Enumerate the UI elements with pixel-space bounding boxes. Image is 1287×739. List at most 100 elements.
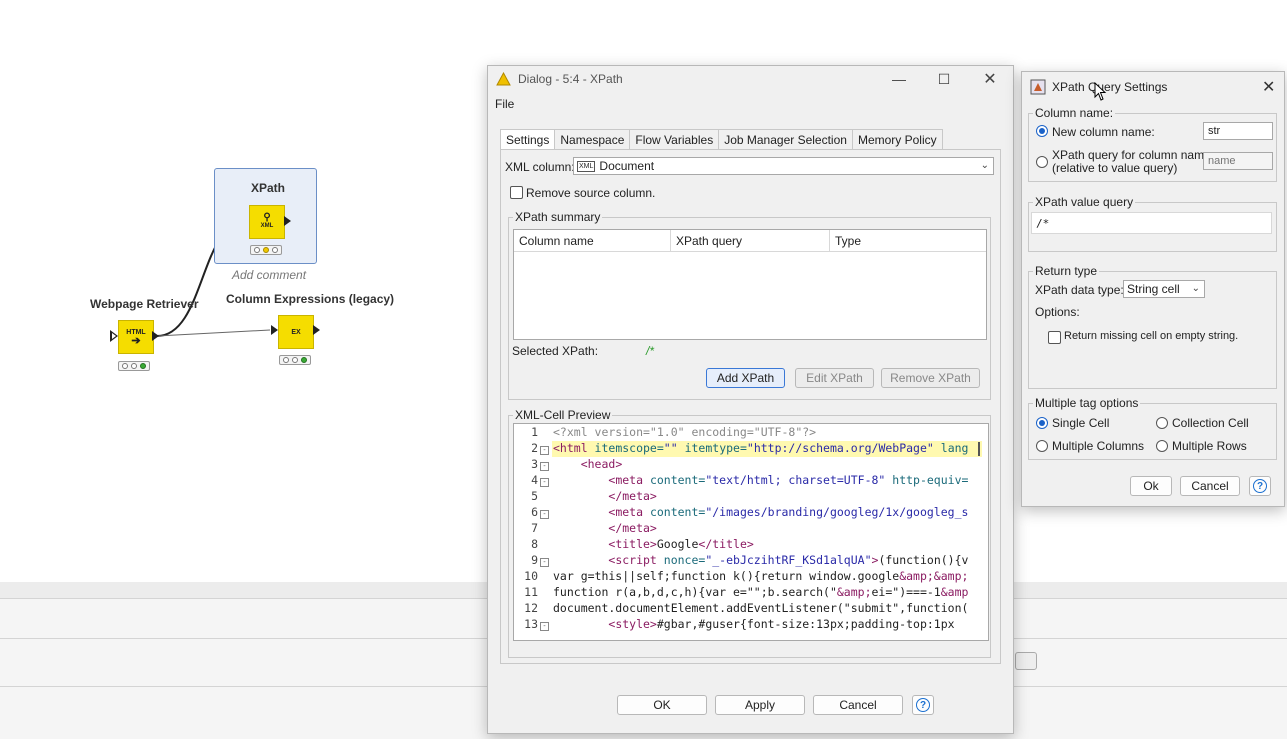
warning-icon bbox=[496, 72, 511, 86]
selected-xpath-label: Selected XPath: bbox=[512, 344, 599, 358]
xpath-column-name-input[interactable] bbox=[1203, 152, 1273, 170]
fold-toggle-icon[interactable]: - bbox=[540, 510, 549, 519]
menu-file[interactable]: File bbox=[495, 97, 514, 111]
new-column-name-label: New column name: bbox=[1052, 125, 1155, 139]
panel-toggle-icon[interactable] bbox=[1015, 652, 1037, 670]
code-line: <?xml version="1.0" encoding="UTF-8"?> bbox=[553, 425, 817, 439]
column-header-name[interactable]: Column name bbox=[514, 230, 671, 252]
maximize-button[interactable]: ☐ bbox=[931, 70, 957, 88]
webpage-retriever-label: Webpage Retriever bbox=[90, 297, 199, 311]
column-header-query[interactable]: XPath query bbox=[671, 230, 830, 252]
column-expressions-output-port[interactable] bbox=[313, 325, 320, 335]
selected-xpath-value: /* bbox=[646, 344, 655, 358]
multiple-tag-legend: Multiple tag options bbox=[1035, 396, 1139, 410]
ok-button[interactable]: OK bbox=[617, 695, 707, 715]
tab-settings[interactable]: Settings bbox=[500, 129, 556, 149]
code-line: <script nonce="_-ebJczihtRF_KSd1alqUA">(… bbox=[608, 553, 969, 567]
code-line: <head> bbox=[580, 457, 623, 471]
apply-button[interactable]: Apply bbox=[715, 695, 805, 715]
fold-toggle-icon[interactable]: - bbox=[540, 446, 549, 455]
missing-cell-label: Return missing cell on empty string. bbox=[1064, 330, 1239, 342]
column-expressions-node[interactable]: EX bbox=[278, 315, 314, 349]
missing-cell-checkbox[interactable] bbox=[1048, 331, 1061, 344]
column-header-type[interactable]: Type bbox=[830, 230, 986, 252]
xpath-node-label: XPath bbox=[251, 181, 286, 195]
query-cancel-button[interactable]: Cancel bbox=[1180, 476, 1240, 496]
line-number: 4 bbox=[531, 473, 538, 487]
line-number: 9 bbox=[531, 553, 538, 567]
code-line: <meta content="text/html; charset=UTF-8"… bbox=[608, 473, 969, 487]
fold-toggle-icon[interactable]: - bbox=[540, 558, 549, 567]
column-expressions-input-port[interactable] bbox=[271, 325, 278, 335]
menu-bar: File bbox=[488, 95, 1013, 113]
code-line: <style>#gbar,#guser{font-size:13px;paddi… bbox=[608, 617, 962, 631]
tab-flow-variables[interactable]: Flow Variables bbox=[629, 129, 720, 149]
remove-xpath-button[interactable]: Remove XPath bbox=[881, 368, 980, 388]
webpage-retriever-output-port[interactable] bbox=[152, 331, 159, 341]
column-expressions-label: Column Expressions (legacy) bbox=[226, 292, 395, 306]
tab-job-manager-selection[interactable]: Job Manager Selection bbox=[718, 129, 853, 149]
xml-preview-legend: XML-Cell Preview bbox=[515, 408, 611, 422]
line-number: 7 bbox=[531, 521, 538, 535]
value-query-input[interactable]: /* bbox=[1031, 212, 1272, 234]
cancel-button[interactable]: Cancel bbox=[813, 695, 903, 715]
close-icon[interactable]: ✕ bbox=[1262, 77, 1275, 97]
xml-column-select[interactable]: XML Document ⌄ bbox=[573, 157, 994, 175]
code-line: </meta> bbox=[608, 521, 657, 535]
xml-preview-editor[interactable]: 1 <?xml version="1.0" encoding="UTF-8"?> 2… bbox=[513, 423, 989, 641]
remove-source-checkbox[interactable] bbox=[510, 186, 523, 199]
code-line: <html itemscope="" itemtype="http://sche… bbox=[553, 441, 969, 455]
dialog-titlebar[interactable]: Dialog - 5:4 - XPath — ☐ ✕ bbox=[488, 66, 1013, 92]
line-number: 6 bbox=[531, 505, 538, 519]
xpath-column-name-radio[interactable] bbox=[1036, 156, 1048, 168]
remove-source-label: Remove source column. bbox=[526, 186, 656, 200]
minimize-button[interactable]: — bbox=[886, 70, 912, 88]
single-cell-radio[interactable] bbox=[1036, 417, 1048, 429]
chevron-down-icon: ⌄ bbox=[980, 160, 989, 171]
app-icon bbox=[1030, 79, 1046, 95]
tab-memory-policy[interactable]: Memory Policy bbox=[851, 129, 943, 149]
close-button[interactable]: ✕ bbox=[977, 70, 1003, 88]
add-comment-label[interactable]: Add comment bbox=[232, 268, 306, 282]
data-type-label: XPath data type: bbox=[1035, 283, 1124, 297]
multiple-columns-radio[interactable] bbox=[1036, 440, 1048, 452]
new-column-name-input[interactable] bbox=[1203, 122, 1273, 140]
edit-xpath-button[interactable]: Edit XPath bbox=[795, 368, 874, 388]
column-expressions-status-light bbox=[279, 355, 311, 365]
help-button[interactable]: ? bbox=[912, 695, 934, 715]
line-number: 12 bbox=[524, 601, 538, 615]
new-column-name-radio[interactable] bbox=[1036, 125, 1048, 137]
column-name-legend: Column name: bbox=[1035, 106, 1114, 120]
tab-namespace[interactable]: Namespace bbox=[554, 129, 631, 149]
fold-toggle-icon[interactable]: - bbox=[540, 462, 549, 471]
collection-cell-label: Collection Cell bbox=[1172, 416, 1249, 430]
xpath-output-port[interactable] bbox=[284, 216, 291, 226]
line-number: 3 bbox=[531, 457, 538, 471]
line-number: 13 bbox=[524, 617, 538, 631]
xpath-node[interactable]: ⚲ XML bbox=[249, 205, 285, 239]
query-help-button[interactable]: ? bbox=[1249, 476, 1271, 496]
code-line: <title>Google</title> bbox=[608, 537, 754, 551]
query-settings-titlebar[interactable]: XPath Query Settings ✕ bbox=[1022, 72, 1284, 102]
query-ok-button[interactable]: Ok bbox=[1130, 476, 1172, 496]
collection-cell-radio[interactable] bbox=[1156, 417, 1168, 429]
help-icon: ? bbox=[1253, 479, 1267, 493]
data-type-select[interactable]: String cell ⌄ bbox=[1123, 280, 1205, 298]
add-xpath-button[interactable]: Add XPath bbox=[706, 368, 785, 388]
xml-column-value: Document bbox=[599, 159, 655, 173]
xpath-summary-legend: XPath summary bbox=[515, 210, 601, 224]
fold-toggle-icon[interactable]: - bbox=[540, 622, 549, 631]
fold-toggle-icon[interactable]: - bbox=[540, 478, 549, 487]
webpage-retriever-node[interactable]: HTML ➔ bbox=[118, 320, 154, 354]
options-label: Options: bbox=[1035, 305, 1080, 319]
webpage-retriever-status-light bbox=[118, 361, 150, 371]
data-type-value: String cell bbox=[1127, 282, 1180, 296]
line-number: 8 bbox=[531, 537, 538, 551]
xml-column-label: XML column: bbox=[505, 160, 575, 174]
query-settings-dialog: XPath Query Settings ✕ Column name: New … bbox=[1021, 71, 1285, 507]
code-line: <meta content="/images/branding/googleg/… bbox=[608, 505, 969, 519]
code-line: function r(a,b,d,c,h){var e="";b.search(… bbox=[553, 585, 969, 599]
xpath-node-icon: ⚲ XML bbox=[260, 212, 274, 230]
multiple-rows-radio[interactable] bbox=[1156, 440, 1168, 452]
xpath-summary-table[interactable]: Column name XPath query Type bbox=[513, 229, 987, 340]
